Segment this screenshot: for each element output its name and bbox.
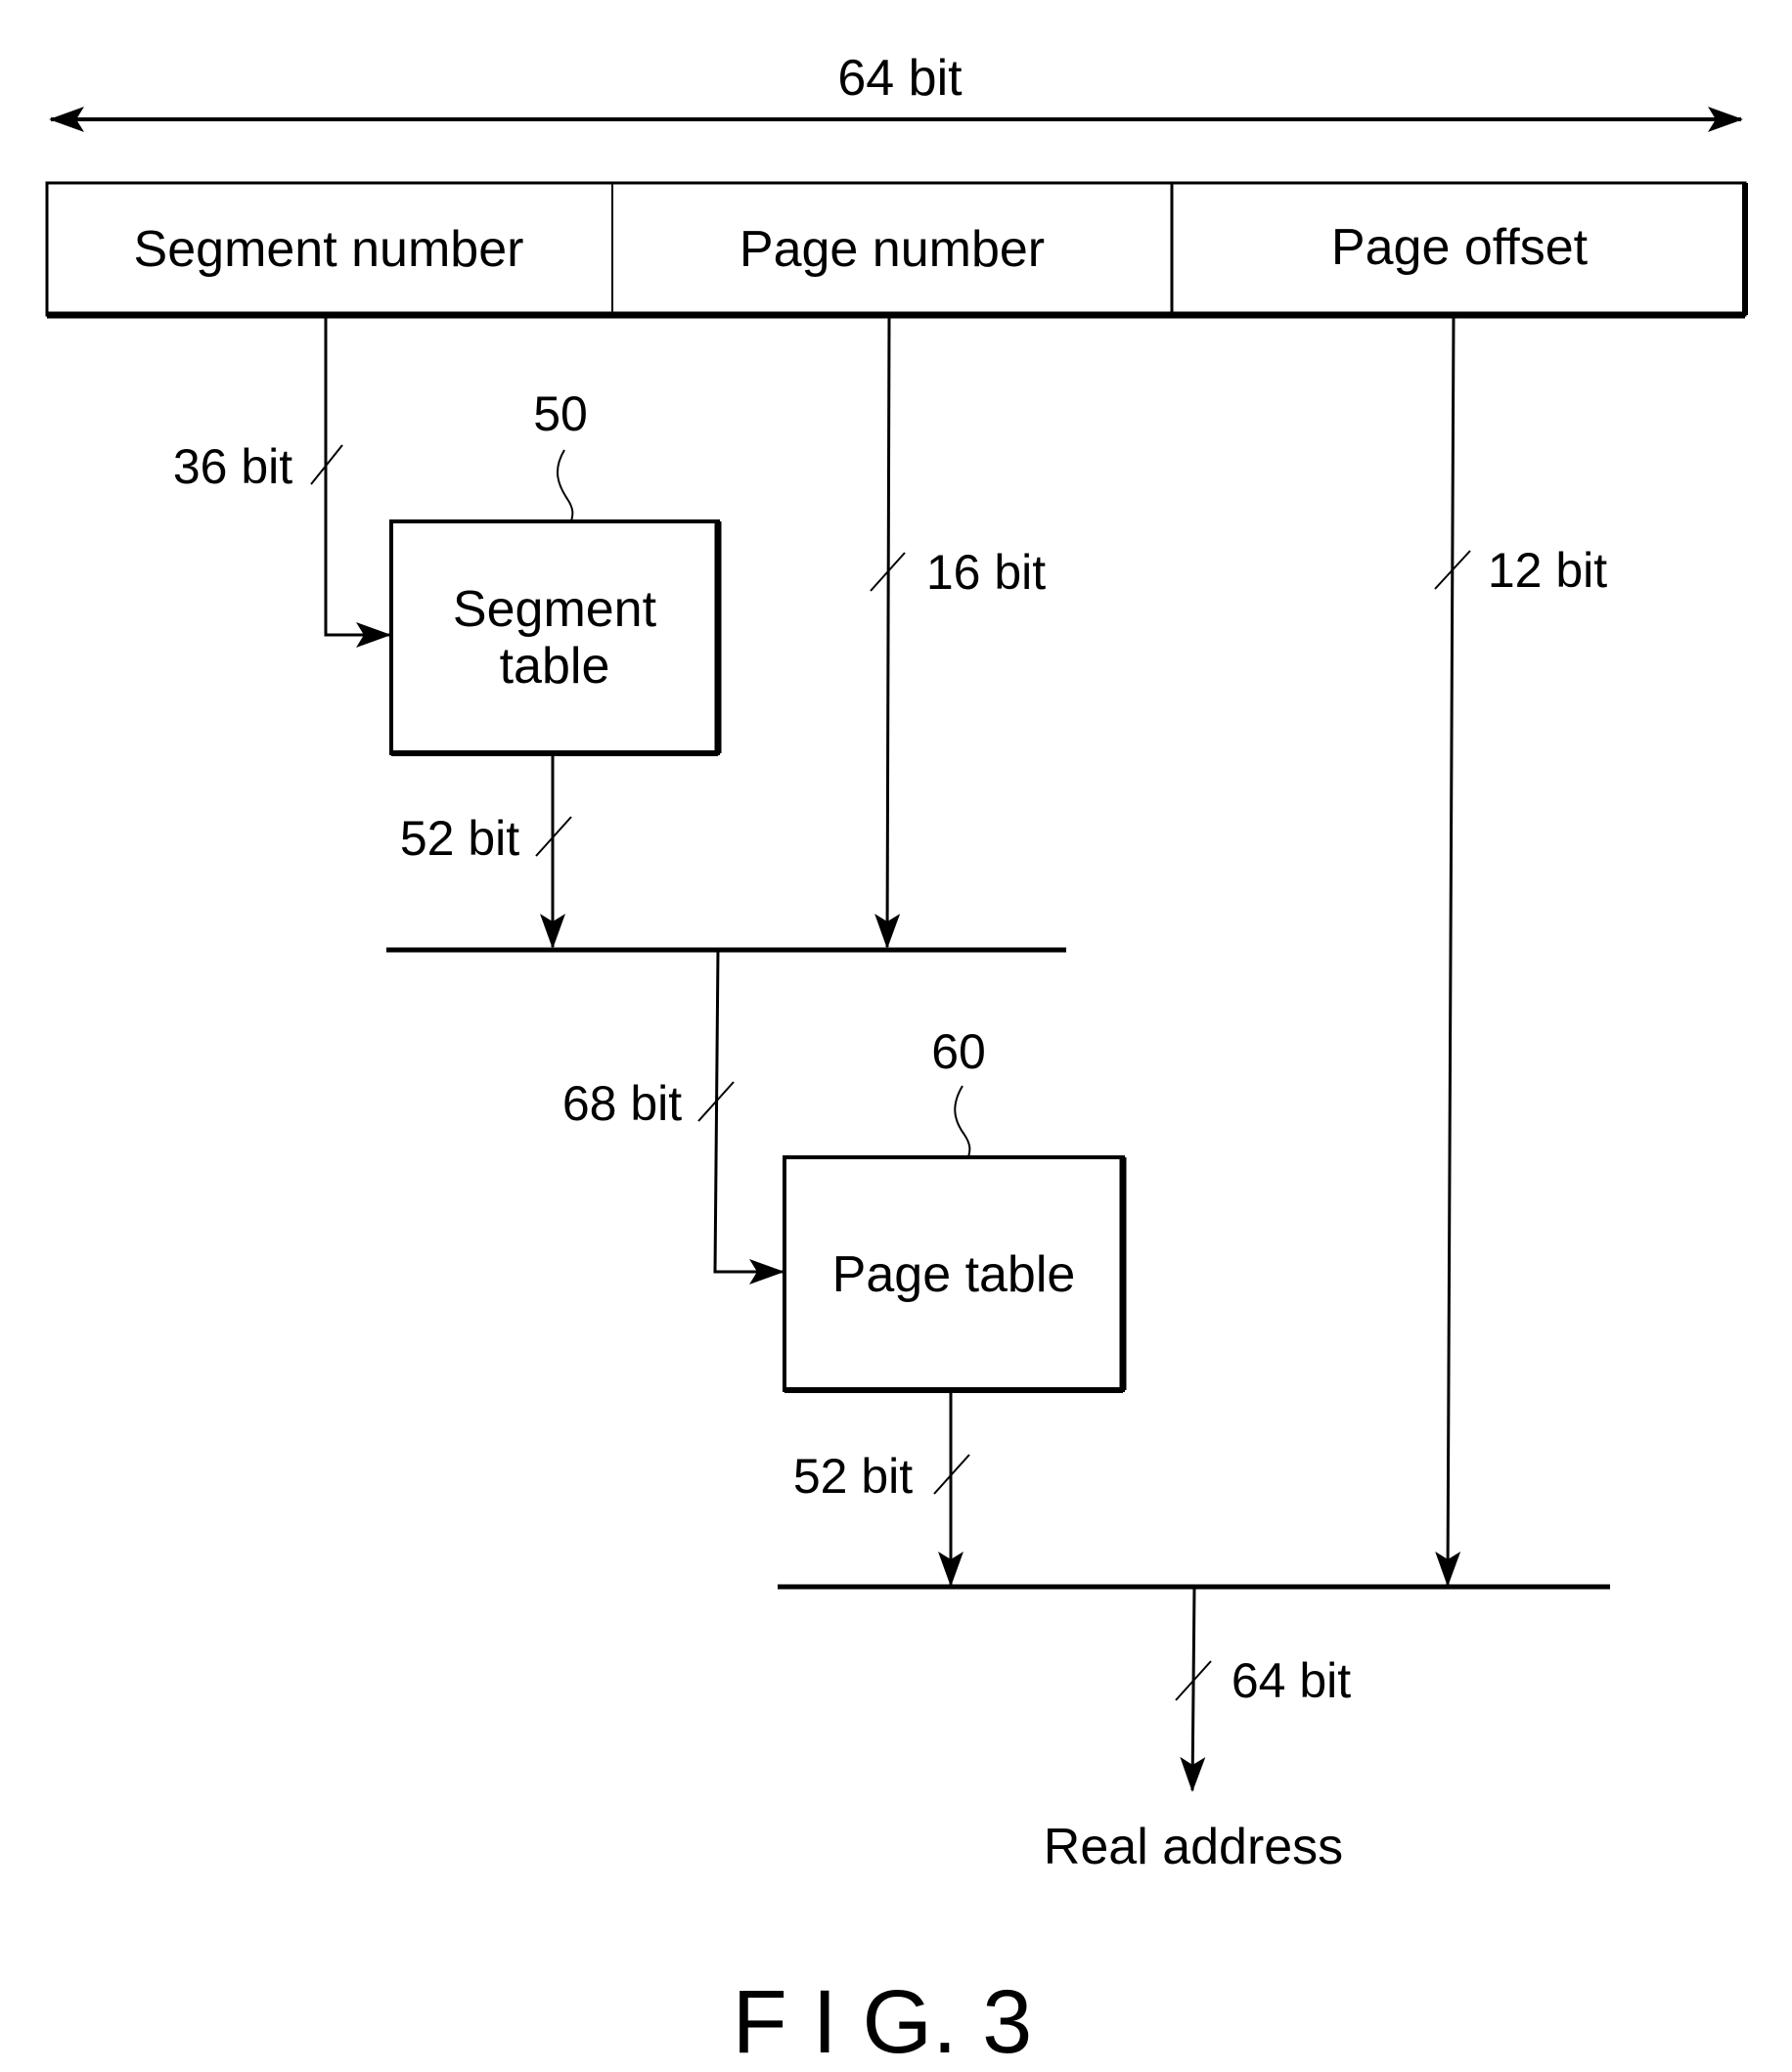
segment-in-width-label: 36 bit [173,439,292,494]
leader-squiggle [557,449,574,522]
page-table-label: Page table [832,1246,1076,1303]
segment-number-wire [324,315,391,648]
combined-wire [713,949,784,1284]
segment-table-label-2: table [500,638,610,695]
field-segment-number: Segment number [134,221,524,278]
field-page-offset: Page offset [1331,219,1589,276]
real-address-label: Real address [1044,1819,1343,1875]
page-table-block: Page table [783,1155,1127,1393]
segment-out-width-label: 52 bit [400,811,519,866]
field-page-number: Page number [739,221,1045,278]
virtual-address-register: Segment number Page number Page offset [45,181,1748,319]
segment-table-ref: 50 [533,386,588,441]
total-width-label: 64 bit [837,50,963,107]
page-out-width-label: 52 bit [793,1449,913,1504]
page-number-wire [874,314,901,949]
leader-squiggle [954,1085,971,1158]
page-number-width-label: 16 bit [926,545,1046,600]
page-table-ref: 60 [931,1024,986,1079]
segment-table-label-1: Segment [453,581,657,638]
real-width-label: 64 bit [1232,1653,1351,1708]
segment-table-block: Segment table [389,519,722,756]
address-translation-diagram: 64 bit Segment number Page number Page o… [45,50,1748,2072]
figure-caption: F I G. 3 [733,1972,1033,2072]
page-offset-wire [1435,314,1461,1587]
real-address-wire [1180,1586,1206,1792]
combined-width-label: 68 bit [562,1076,682,1131]
page-offset-width-label: 12 bit [1488,543,1607,598]
